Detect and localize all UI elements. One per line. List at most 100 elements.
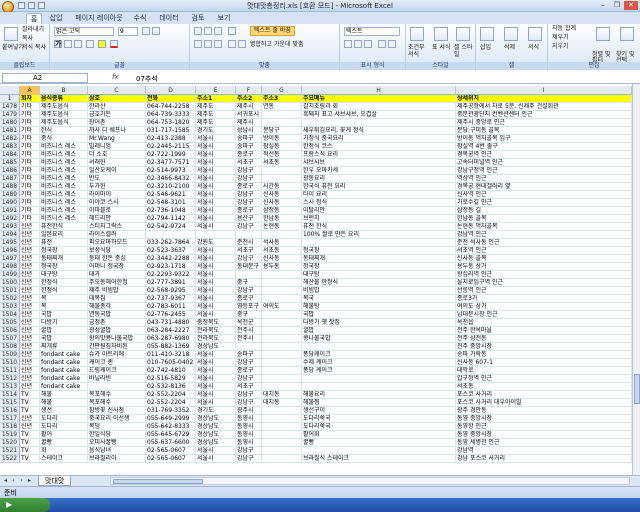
cell[interactable]: 한국식 퓨전 요리 — [302, 183, 456, 191]
column-header[interactable]: B — [40, 86, 88, 95]
cell[interactable]: 02-776-2455 — [146, 311, 196, 319]
cell[interactable]: 여의도 상가 — [456, 303, 632, 311]
cell[interactable]: 샤브샤브 — [302, 159, 456, 167]
tab-home[interactable]: 홈 — [26, 13, 42, 24]
cell[interactable]: 서울시 — [196, 223, 236, 231]
insert-cells-button[interactable]: 삽입 — [480, 44, 491, 52]
cell[interactable]: 제주시 중앙로 인근 — [456, 119, 632, 127]
row-header[interactable]: 1490 — [0, 199, 20, 207]
row-header[interactable]: 1480 — [0, 119, 20, 127]
column-header[interactable]: G — [262, 86, 302, 95]
cell[interactable]: 삼청동 길 — [456, 207, 632, 215]
cell[interactable]: 연동국밥 — [88, 311, 146, 319]
cell[interactable]: 02-516-5829 — [146, 375, 196, 383]
cell[interactable]: 02-413-2388 — [146, 135, 196, 143]
align-left-icon[interactable] — [194, 40, 202, 48]
cell[interactable]: 청국장 — [40, 263, 88, 271]
cell[interactable]: 밀레니엄 — [88, 143, 146, 151]
cell[interactable]: 한라산 — [88, 103, 146, 111]
decrease-decimal-icon[interactable] — [388, 40, 396, 48]
cell[interactable]: 서울시 — [196, 279, 236, 287]
cell[interactable]: 가로수길 인근 — [456, 199, 632, 207]
fill-color-icon[interactable] — [98, 40, 106, 48]
row-header[interactable]: 1504 — [0, 311, 20, 319]
cell[interactable]: 주소1 — [196, 95, 236, 103]
cell[interactable]: 통영시 — [236, 439, 262, 447]
cell[interactable]: 비즈니스 레스 — [40, 143, 88, 151]
cell[interactable]: 압구정역 인근 — [456, 375, 632, 383]
cell[interactable]: 서초역 인근 — [456, 247, 632, 255]
cell[interactable]: 서래헌 — [88, 159, 146, 167]
cell[interactable]: 강남구 — [236, 223, 262, 231]
cell[interactable]: 서울시 — [196, 263, 236, 271]
cell[interactable]: 서울시 — [196, 359, 236, 367]
cell[interactable]: 스테이크 — [40, 455, 88, 463]
row-header[interactable]: 1521 — [0, 447, 20, 455]
cell[interactable]: 전주 삼천동 — [456, 335, 632, 343]
cell[interactable]: 동태찌개 — [302, 255, 456, 263]
cell[interactable]: 서울시 — [196, 367, 236, 375]
cell[interactable]: 제주도음식 — [40, 119, 88, 127]
first-sheet-icon[interactable]: ◂ — [2, 477, 9, 485]
cell[interactable]: TV — [20, 439, 40, 447]
cell[interactable]: 주소3 — [262, 95, 302, 103]
cell[interactable] — [146, 231, 196, 239]
cell[interactable]: 중문관광단지 컨벤션센터 인근 — [456, 111, 632, 119]
cell[interactable]: 대치동 — [262, 399, 302, 407]
cell[interactable]: 경상남도 — [196, 431, 236, 439]
cell[interactable]: 복덤 — [88, 423, 146, 431]
cell[interactable]: 굴밥 — [302, 327, 456, 335]
cell[interactable]: 신년 — [20, 335, 40, 343]
cell[interactable]: 02-3466-8432 — [146, 175, 196, 183]
cell[interactable]: 방이동 — [262, 135, 302, 143]
minimize-button[interactable]: – — [596, 1, 610, 10]
name-box[interactable]: A2 — [2, 73, 88, 83]
cell[interactable]: 기타 — [20, 175, 40, 183]
cell[interactable]: 055-649-2999 — [146, 415, 196, 423]
cell[interactable]: 비즈니스 레스 — [40, 175, 88, 183]
sheet-tab[interactable]: 맛대맛 — [38, 476, 72, 486]
row-header[interactable]: 1520 — [0, 439, 20, 447]
cell[interactable]: 왕십리역 인근 — [456, 271, 632, 279]
row-header[interactable]: 1502 — [0, 295, 20, 303]
cell[interactable] — [262, 311, 302, 319]
format-table-button[interactable]: 표 서식 — [432, 44, 452, 51]
row-header[interactable]: 1498 — [0, 263, 20, 271]
cell[interactable]: 강남구 — [236, 391, 262, 399]
cell[interactable]: 통영 중앙시장 — [456, 415, 632, 423]
cell[interactable] — [262, 271, 302, 279]
cell[interactable]: 기타 — [20, 103, 40, 111]
row-header[interactable]: 1500 — [0, 279, 20, 287]
cell[interactable]: 청국장 — [302, 263, 456, 271]
cell[interactable]: 이탈리안 — [302, 207, 456, 215]
border-icon[interactable] — [86, 40, 94, 48]
cell[interactable]: 서울시 — [196, 391, 236, 399]
cell[interactable]: 꿀빵 — [302, 439, 456, 447]
cell[interactable]: 02-514-9973 — [146, 167, 196, 175]
increase-indent-icon[interactable] — [238, 40, 246, 48]
align-center-icon[interactable] — [204, 40, 212, 48]
row-header[interactable]: 1 — [0, 95, 20, 103]
cell[interactable]: 033-262-7864 — [146, 239, 196, 247]
cell[interactable]: 기타 — [20, 183, 40, 191]
cell[interactable]: 02-548-3101 — [146, 199, 196, 207]
cell[interactable]: 가정식 중국요리 — [302, 135, 456, 143]
cell[interactable] — [262, 175, 302, 183]
select-all-corner[interactable] — [0, 86, 20, 95]
cell[interactable]: 아마블로 — [88, 207, 146, 215]
cell[interactable]: 새우튀김요리, 꽃게 정식 — [302, 127, 456, 135]
conditional-format-icon[interactable] — [410, 27, 424, 41]
cell[interactable]: 송파 가락동 — [456, 351, 632, 359]
row-header[interactable]: 1503 — [0, 303, 20, 311]
cell[interactable]: 서울시 — [196, 143, 236, 151]
cell[interactable]: 음식남녀 — [88, 447, 146, 455]
cell[interactable]: 경상남도 — [196, 343, 236, 351]
align-right-icon[interactable] — [214, 40, 222, 48]
cell[interactable]: 스티지그락스 — [88, 223, 146, 231]
cell[interactable]: 비즈니스 레스 — [40, 159, 88, 167]
cell[interactable]: TV — [20, 447, 40, 455]
row-header[interactable]: 1519 — [0, 431, 20, 439]
cell[interactable]: 강남역 — [456, 447, 632, 455]
fill-button[interactable]: 채우기 — [552, 34, 569, 42]
row-header[interactable]: 1514 — [0, 391, 20, 399]
